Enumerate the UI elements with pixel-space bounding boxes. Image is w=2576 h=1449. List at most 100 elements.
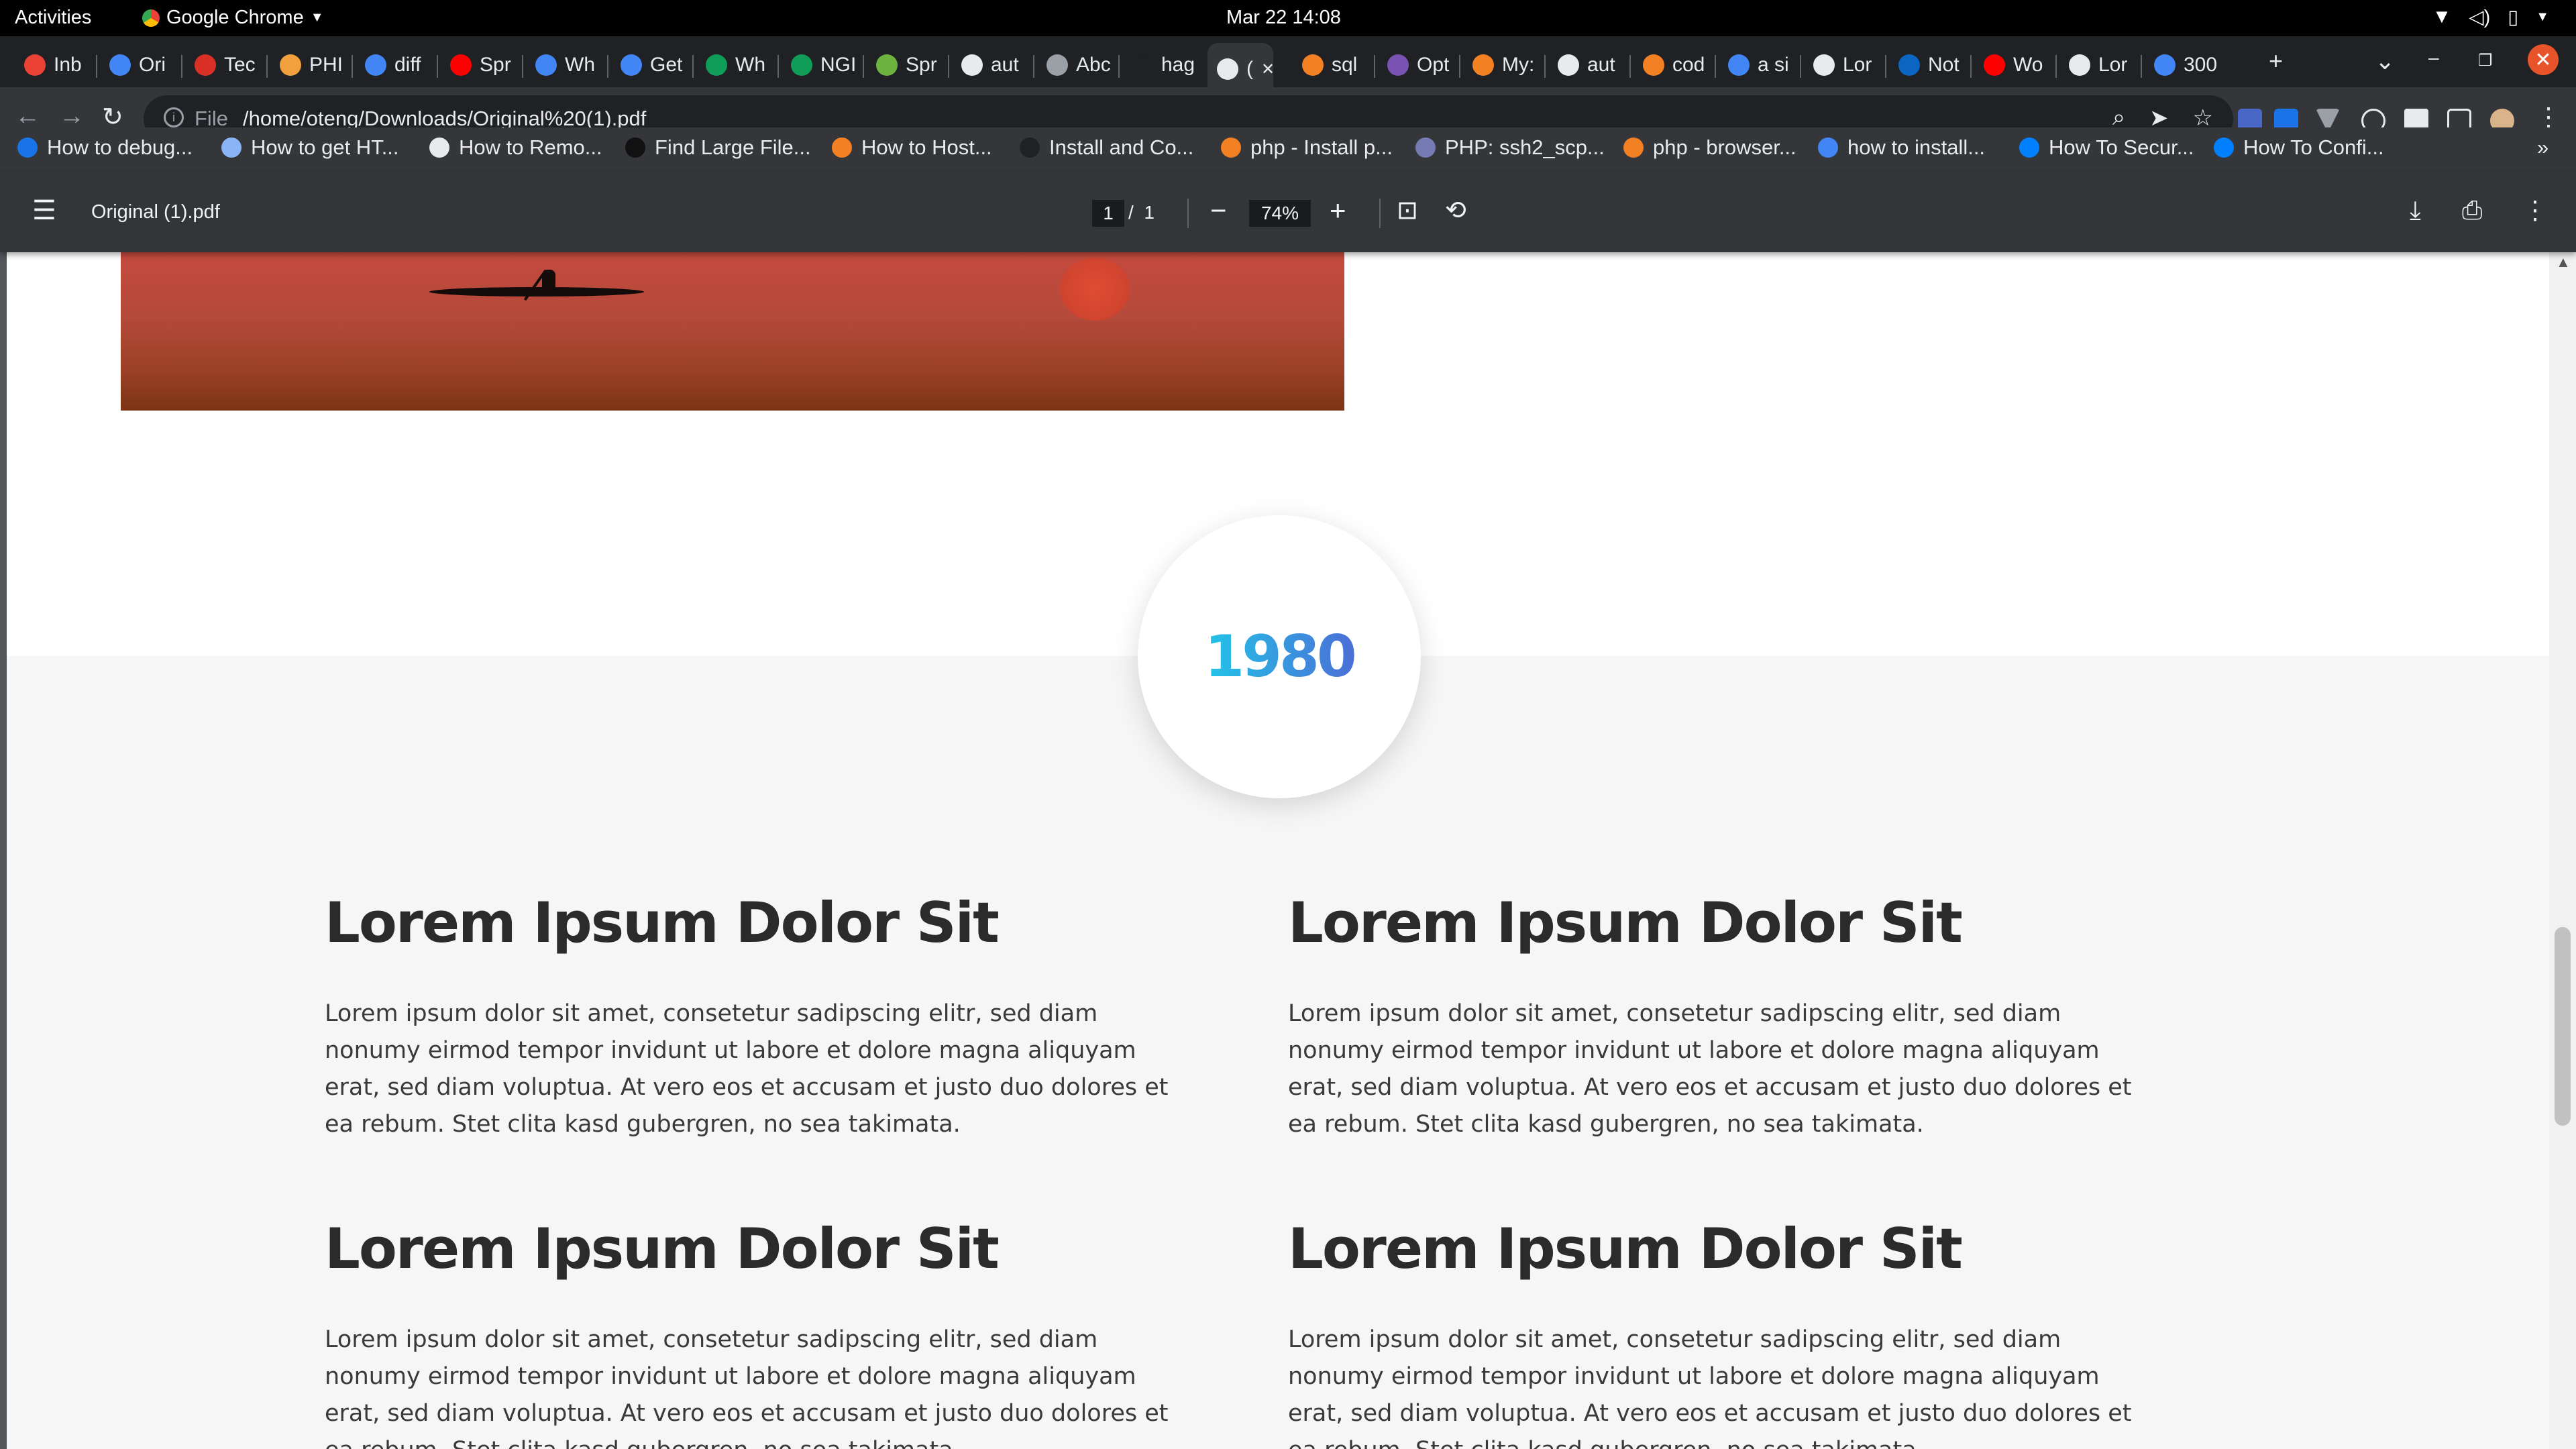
bookmark-favicon-icon bbox=[1415, 138, 1436, 158]
scroll-up-arrow-icon[interactable]: ▲ bbox=[2556, 254, 2571, 271]
browser-tab[interactable]: Lor bbox=[1804, 43, 1883, 87]
zoom-level-input[interactable]: 74% bbox=[1249, 200, 1311, 227]
block-heading: Lorem Ipsum Dolor Sit bbox=[1288, 890, 1963, 955]
more-options-icon[interactable]: ⋮ bbox=[2522, 196, 2548, 225]
site-icon bbox=[195, 54, 216, 76]
page-number-input[interactable]: 1 bbox=[1092, 200, 1124, 227]
google-icon bbox=[2154, 54, 2176, 76]
restore-window-icon[interactable]: ❐ bbox=[2478, 51, 2493, 70]
zoom-in-button[interactable]: + bbox=[1330, 196, 1346, 225]
browser-tab[interactable]: aut bbox=[1548, 43, 1627, 87]
browser-tab[interactable]: Ori bbox=[100, 43, 179, 87]
tab-title: Wh bbox=[735, 54, 765, 76]
browser-tab[interactable]: Tec bbox=[185, 43, 264, 87]
vertical-scrollbar[interactable]: ▲ bbox=[2549, 252, 2576, 1449]
bookmark-item[interactable]: How To Confi... bbox=[2214, 136, 2384, 160]
system-top-bar: Activities Google Chrome ▼ Mar 22 14:08 … bbox=[0, 0, 2576, 36]
download-icon[interactable]: ⤓ bbox=[2410, 196, 2421, 225]
browser-tab[interactable]: Spr bbox=[867, 43, 946, 87]
tab-title: Lor bbox=[2098, 54, 2128, 76]
hamburger-menu-icon[interactable]: ☰ bbox=[32, 197, 56, 224]
bookmark-item[interactable]: PHP: ssh2_scp... bbox=[1415, 136, 1605, 160]
tab-title: aut bbox=[991, 54, 1019, 76]
scrollbar-thumb[interactable] bbox=[2555, 927, 2571, 1126]
bookmark-favicon-icon bbox=[429, 138, 449, 158]
tab-separator bbox=[607, 55, 608, 78]
tab-separator bbox=[2141, 55, 2142, 78]
bookmark-favicon-icon bbox=[2019, 138, 2039, 158]
browser-tab[interactable]: hag bbox=[1122, 43, 1201, 87]
tab-title: Spr bbox=[906, 54, 937, 76]
browser-tab[interactable]: PHI bbox=[270, 43, 350, 87]
browser-tab[interactable]: sql bbox=[1293, 43, 1372, 87]
minimize-window-icon[interactable]: – bbox=[2428, 47, 2439, 68]
fit-page-icon[interactable]: ⊡ bbox=[1397, 196, 1418, 225]
tab-title: hag bbox=[1161, 54, 1195, 76]
content-block: Lorem Ipsum Dolor Sit Lorem ipsum dolor … bbox=[325, 1216, 1190, 1449]
browser-tab[interactable]: Abc bbox=[1037, 43, 1116, 87]
browser-tab[interactable]: NGI bbox=[782, 43, 861, 87]
browser-tab[interactable]: Inb bbox=[15, 43, 94, 87]
bookmark-item[interactable]: Install and Co... bbox=[1020, 136, 1193, 160]
browser-tab[interactable]: Wo bbox=[1974, 43, 2053, 87]
tab-close-icon[interactable]: ✕ bbox=[1261, 60, 1273, 79]
sun-shape bbox=[1060, 258, 1130, 321]
bookmarks-overflow-icon[interactable]: » bbox=[2537, 136, 2548, 160]
total-pages: 1 bbox=[1144, 202, 1155, 223]
browser-tab[interactable]: Wh bbox=[526, 43, 605, 87]
forward-button[interactable]: → bbox=[59, 102, 85, 131]
back-button[interactable]: ← bbox=[15, 102, 40, 131]
browser-tab[interactable]: diff bbox=[356, 43, 435, 87]
stackoverflow-icon bbox=[1472, 54, 1494, 76]
close-window-icon[interactable]: ✕ bbox=[2528, 44, 2559, 75]
bookmark-item[interactable]: php - browser... bbox=[1623, 136, 1796, 160]
browser-tab[interactable]: cod bbox=[1633, 43, 1713, 87]
bookmark-favicon-icon bbox=[832, 138, 852, 158]
app-menu[interactable]: Google Chrome ▼ bbox=[142, 7, 324, 29]
system-tray[interactable]: ▼ ◁) ▯ ▼ bbox=[2432, 5, 2549, 29]
tab-title: Lor bbox=[1843, 54, 1872, 76]
browser-tab[interactable]: a si bbox=[1719, 43, 1798, 87]
activities-button[interactable]: Activities bbox=[15, 7, 91, 29]
bookmark-label: Install and Co... bbox=[1049, 136, 1194, 159]
site-info-icon[interactable]: i bbox=[164, 107, 184, 127]
tab-separator bbox=[96, 55, 97, 78]
bookmark-item[interactable]: php - Install p... bbox=[1221, 136, 1393, 160]
browser-tab[interactable]: Wh bbox=[696, 43, 775, 87]
browser-tab[interactable]: aut bbox=[952, 43, 1031, 87]
bookmark-label: How to Host... bbox=[861, 136, 992, 159]
tab-search-icon[interactable]: ⌄ bbox=[2375, 47, 2395, 75]
kayak-silhouette bbox=[429, 287, 644, 297]
browser-tab[interactable]: Spr bbox=[441, 43, 520, 87]
tab-title: cod bbox=[1672, 54, 1705, 76]
site-icon bbox=[1046, 54, 1068, 76]
browser-tab[interactable]: Opt bbox=[1378, 43, 1457, 87]
bookmark-item[interactable]: How to Host... bbox=[832, 136, 992, 160]
tray-menu-icon: ▼ bbox=[2536, 9, 2549, 24]
bookmark-item[interactable]: How To Secur... bbox=[2019, 136, 2194, 160]
browser-tab[interactable]: Not bbox=[1889, 43, 1968, 87]
browser-tab[interactable]: My: bbox=[1463, 43, 1542, 87]
new-tab-button[interactable]: + bbox=[2269, 47, 2283, 75]
bookmark-item[interactable]: How to Remo... bbox=[429, 136, 602, 160]
globe-icon bbox=[2069, 54, 2090, 76]
bookmark-item[interactable]: How to debug... bbox=[17, 136, 193, 160]
tab-title: sql bbox=[1332, 54, 1358, 76]
zoom-out-button[interactable]: − bbox=[1210, 196, 1227, 225]
google-icon bbox=[1728, 54, 1750, 76]
print-icon[interactable]: ⎙ bbox=[2462, 196, 2482, 225]
bookmark-item[interactable]: How to get HT... bbox=[221, 136, 399, 160]
tab-separator bbox=[352, 55, 353, 78]
browser-tab[interactable]: Lor bbox=[2059, 43, 2139, 87]
browser-tab[interactable]: Get bbox=[611, 43, 690, 87]
tab-separator bbox=[1970, 55, 1972, 78]
bookmark-item[interactable]: Find Large File... bbox=[625, 136, 811, 160]
tab-separator bbox=[863, 55, 864, 78]
rotate-icon[interactable]: ⟲ bbox=[1445, 196, 1466, 225]
block-heading: Lorem Ipsum Dolor Sit bbox=[325, 1216, 1000, 1281]
clock[interactable]: Mar 22 14:08 bbox=[1226, 7, 1341, 29]
bookmark-item[interactable]: how to install... bbox=[1818, 136, 1985, 160]
browser-tab[interactable]: 300 bbox=[2145, 43, 2224, 87]
wifi-icon: ▼ bbox=[2432, 6, 2452, 28]
pdf-viewport[interactable]: 1980 Lorem Ipsum Dolor Sit Lorem ipsum d… bbox=[0, 252, 2576, 1449]
